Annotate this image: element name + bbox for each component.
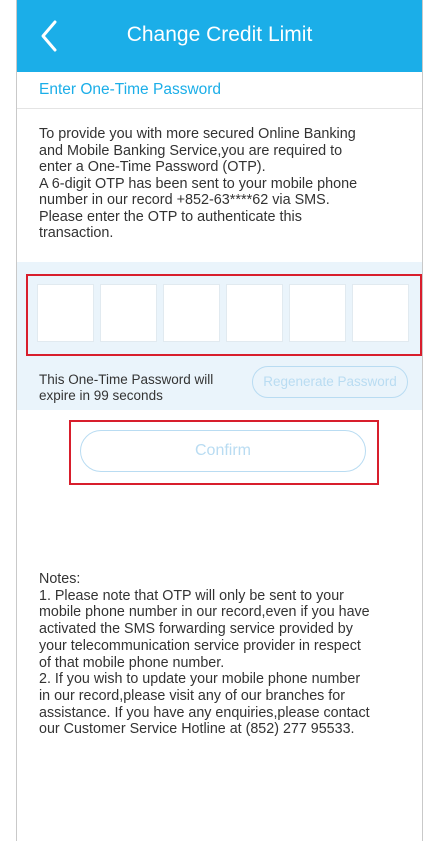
- otp-description: To provide you with more secured Online …: [39, 126, 358, 241]
- otp-expire-text: This One-Time Password will expire in 99…: [39, 372, 214, 403]
- page-title: Change Credit Limit: [126, 23, 313, 46]
- otp-digit-6[interactable]: [352, 284, 409, 342]
- otp-digit-5[interactable]: [289, 284, 346, 342]
- otp-digit-1[interactable]: [37, 284, 94, 342]
- notes-text: Notes: 1. Please note that OTP will only…: [39, 571, 370, 738]
- otp-digit-3[interactable]: [163, 284, 220, 342]
- otp-panel: This One-Time Password will expire in 99…: [17, 262, 422, 410]
- otp-digit-2[interactable]: [100, 284, 157, 342]
- regenerate-password-button[interactable]: Regenerate Password: [252, 366, 408, 398]
- otp-section-title: Enter One-Time Password: [39, 81, 222, 98]
- divider: [17, 108, 422, 109]
- app-screen: Change Credit Limit Enter One-Time Passw…: [16, 0, 423, 841]
- header-bar: Change Credit Limit: [17, 0, 422, 72]
- otp-input-row: [37, 284, 422, 346]
- confirm-button[interactable]: Confirm: [80, 430, 366, 472]
- otp-digit-4[interactable]: [226, 284, 283, 342]
